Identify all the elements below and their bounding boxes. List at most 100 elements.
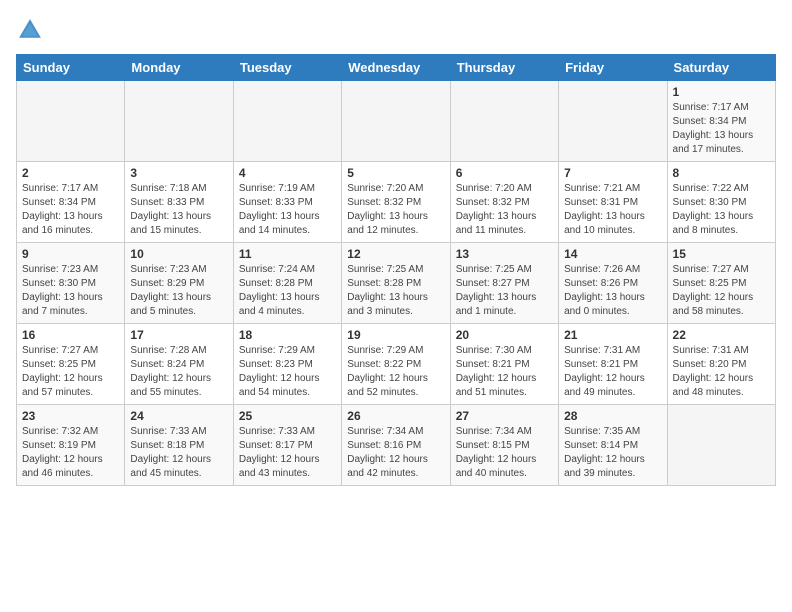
- calendar-cell: 21Sunrise: 7:31 AM Sunset: 8:21 PM Dayli…: [559, 324, 667, 405]
- day-number: 23: [22, 409, 119, 423]
- day-number: 28: [564, 409, 661, 423]
- calendar-cell: 2 Sunrise: 7:17 AM Sunset: 8:34 PM Daylig…: [17, 162, 125, 243]
- day-info: Sunrise: 7:35 AM Sunset: 8:14 PM Dayligh…: [564, 425, 661, 481]
- day-header-tuesday: Tuesday: [233, 55, 341, 81]
- day-number: 4: [239, 166, 336, 180]
- calendar-cell: [667, 405, 775, 486]
- calendar-cell: 26 Sunrise: 7:34 AM Sunset: 8:16 PM Dayli…: [342, 405, 450, 486]
- calendar-cell: 8 Sunrise: 7:22 AM Sunset: 8:30 PM Daylig…: [667, 162, 775, 243]
- day-number: 20: [456, 328, 553, 342]
- day-info: Sunrise: 7:34 AM Sunset: 8:15 PM Dayligh…: [456, 425, 553, 481]
- day-info: Sunrise: 7:24 AM Sunset: 8:28 PM Dayligh…: [239, 263, 336, 319]
- calendar-cell: 5 Sunrise: 7:20 AM Sunset: 8:32 PM Daylig…: [342, 162, 450, 243]
- day-info: Sunrise: 7:31 AM Sunset: 8:20 PM Dayligh…: [673, 344, 770, 400]
- day-header-wednesday: Wednesday: [342, 55, 450, 81]
- day-info: Sunrise: 7:26 AM Sunset: 8:26 PM Dayligh…: [564, 263, 661, 319]
- day-number: 8: [673, 166, 770, 180]
- day-info: Sunrise: 7:25 AM Sunset: 8:27 PM Dayligh…: [456, 263, 553, 319]
- calendar-week-row: 9Sunrise: 7:23 AM Sunset: 8:30 PM Daylig…: [17, 243, 776, 324]
- day-number: 5: [347, 166, 444, 180]
- day-info: Sunrise: 7:23 AM Sunset: 8:30 PM Dayligh…: [22, 263, 119, 319]
- calendar-cell: 23 Sunrise: 7:32 AM Sunset: 8:19 PM Dayli…: [17, 405, 125, 486]
- calendar-cell: [559, 81, 667, 162]
- generalblue-icon: [16, 16, 44, 44]
- day-header-friday: Friday: [559, 55, 667, 81]
- day-number: 11: [239, 247, 336, 261]
- day-number: 6: [456, 166, 553, 180]
- day-number: 16: [22, 328, 119, 342]
- day-number: 18: [239, 328, 336, 342]
- calendar-cell: 12Sunrise: 7:25 AM Sunset: 8:28 PM Dayli…: [342, 243, 450, 324]
- calendar-cell: 10 Sunrise: 7:23 AM Sunset: 8:29 PM Dayli…: [125, 243, 233, 324]
- calendar-week-row: 2 Sunrise: 7:17 AM Sunset: 8:34 PM Daylig…: [17, 162, 776, 243]
- calendar-cell: 4 Sunrise: 7:19 AM Sunset: 8:33 PM Daylig…: [233, 162, 341, 243]
- calendar-cell: 25 Sunrise: 7:33 AM Sunset: 8:17 PM Dayli…: [233, 405, 341, 486]
- day-number: 12: [347, 247, 444, 261]
- day-number: 14: [564, 247, 661, 261]
- day-number: 19: [347, 328, 444, 342]
- day-header-monday: Monday: [125, 55, 233, 81]
- calendar-cell: [233, 81, 341, 162]
- calendar-week-row: 16 Sunrise: 7:27 AM Sunset: 8:25 PM Dayli…: [17, 324, 776, 405]
- day-info: Sunrise: 7:21 AM Sunset: 8:31 PM Dayligh…: [564, 182, 661, 238]
- calendar-cell: 17 Sunrise: 7:28 AM Sunset: 8:24 PM Dayli…: [125, 324, 233, 405]
- calendar-cell: 18 Sunrise: 7:29 AM Sunset: 8:23 PM Dayli…: [233, 324, 341, 405]
- day-info: Sunrise: 7:19 AM Sunset: 8:33 PM Dayligh…: [239, 182, 336, 238]
- day-info: Sunrise: 7:33 AM Sunset: 8:17 PM Dayligh…: [239, 425, 336, 481]
- calendar-cell: [17, 81, 125, 162]
- day-info: Sunrise: 7:20 AM Sunset: 8:32 PM Dayligh…: [347, 182, 444, 238]
- day-number: 13: [456, 247, 553, 261]
- day-info: Sunrise: 7:18 AM Sunset: 8:33 PM Dayligh…: [130, 182, 227, 238]
- logo: [16, 16, 48, 44]
- calendar-header-row: SundayMondayTuesdayWednesdayThursdayFrid…: [17, 55, 776, 81]
- calendar-cell: [125, 81, 233, 162]
- day-number: 24: [130, 409, 227, 423]
- calendar-cell: 7 Sunrise: 7:21 AM Sunset: 8:31 PM Daylig…: [559, 162, 667, 243]
- day-number: 7: [564, 166, 661, 180]
- day-number: 25: [239, 409, 336, 423]
- calendar-cell: 11 Sunrise: 7:24 AM Sunset: 8:28 PM Dayli…: [233, 243, 341, 324]
- calendar-cell: 14 Sunrise: 7:26 AM Sunset: 8:26 PM Dayli…: [559, 243, 667, 324]
- calendar-cell: 16 Sunrise: 7:27 AM Sunset: 8:25 PM Dayli…: [17, 324, 125, 405]
- calendar-cell: [342, 81, 450, 162]
- day-number: 1: [673, 85, 770, 99]
- calendar-week-row: 23 Sunrise: 7:32 AM Sunset: 8:19 PM Dayli…: [17, 405, 776, 486]
- calendar-cell: 27 Sunrise: 7:34 AM Sunset: 8:15 PM Dayli…: [450, 405, 558, 486]
- day-number: 10: [130, 247, 227, 261]
- day-number: 15: [673, 247, 770, 261]
- page-header: [16, 16, 776, 44]
- day-header-sunday: Sunday: [17, 55, 125, 81]
- day-info: Sunrise: 7:31 AM Sunset: 8:21 PM Dayligh…: [564, 344, 661, 400]
- day-number: 2: [22, 166, 119, 180]
- day-info: Sunrise: 7:22 AM Sunset: 8:30 PM Dayligh…: [673, 182, 770, 238]
- calendar-table: SundayMondayTuesdayWednesdayThursdayFrid…: [16, 54, 776, 486]
- day-info: Sunrise: 7:34 AM Sunset: 8:16 PM Dayligh…: [347, 425, 444, 481]
- day-header-thursday: Thursday: [450, 55, 558, 81]
- day-info: Sunrise: 7:17 AM Sunset: 8:34 PM Dayligh…: [673, 101, 770, 157]
- day-info: Sunrise: 7:29 AM Sunset: 8:23 PM Dayligh…: [239, 344, 336, 400]
- day-header-saturday: Saturday: [667, 55, 775, 81]
- calendar-cell: 19 Sunrise: 7:29 AM Sunset: 8:22 PM Dayli…: [342, 324, 450, 405]
- day-number: 26: [347, 409, 444, 423]
- calendar-cell: 24 Sunrise: 7:33 AM Sunset: 8:18 PM Dayli…: [125, 405, 233, 486]
- calendar-cell: 15Sunrise: 7:27 AM Sunset: 8:25 PM Dayli…: [667, 243, 775, 324]
- calendar-cell: 3Sunrise: 7:18 AM Sunset: 8:33 PM Daylig…: [125, 162, 233, 243]
- day-number: 22: [673, 328, 770, 342]
- calendar-cell: 20 Sunrise: 7:30 AM Sunset: 8:21 PM Dayli…: [450, 324, 558, 405]
- day-info: Sunrise: 7:23 AM Sunset: 8:29 PM Dayligh…: [130, 263, 227, 319]
- day-info: Sunrise: 7:28 AM Sunset: 8:24 PM Dayligh…: [130, 344, 227, 400]
- day-info: Sunrise: 7:29 AM Sunset: 8:22 PM Dayligh…: [347, 344, 444, 400]
- calendar-cell: [450, 81, 558, 162]
- day-info: Sunrise: 7:27 AM Sunset: 8:25 PM Dayligh…: [22, 344, 119, 400]
- calendar-cell: 6 Sunrise: 7:20 AM Sunset: 8:32 PM Daylig…: [450, 162, 558, 243]
- day-info: Sunrise: 7:20 AM Sunset: 8:32 PM Dayligh…: [456, 182, 553, 238]
- calendar-cell: 13 Sunrise: 7:25 AM Sunset: 8:27 PM Dayli…: [450, 243, 558, 324]
- calendar-cell: 22 Sunrise: 7:31 AM Sunset: 8:20 PM Dayli…: [667, 324, 775, 405]
- day-number: 27: [456, 409, 553, 423]
- day-info: Sunrise: 7:30 AM Sunset: 8:21 PM Dayligh…: [456, 344, 553, 400]
- calendar-cell: 1 Sunrise: 7:17 AM Sunset: 8:34 PM Daylig…: [667, 81, 775, 162]
- day-info: Sunrise: 7:32 AM Sunset: 8:19 PM Dayligh…: [22, 425, 119, 481]
- day-info: Sunrise: 7:17 AM Sunset: 8:34 PM Dayligh…: [22, 182, 119, 238]
- day-info: Sunrise: 7:33 AM Sunset: 8:18 PM Dayligh…: [130, 425, 227, 481]
- day-number: 17: [130, 328, 227, 342]
